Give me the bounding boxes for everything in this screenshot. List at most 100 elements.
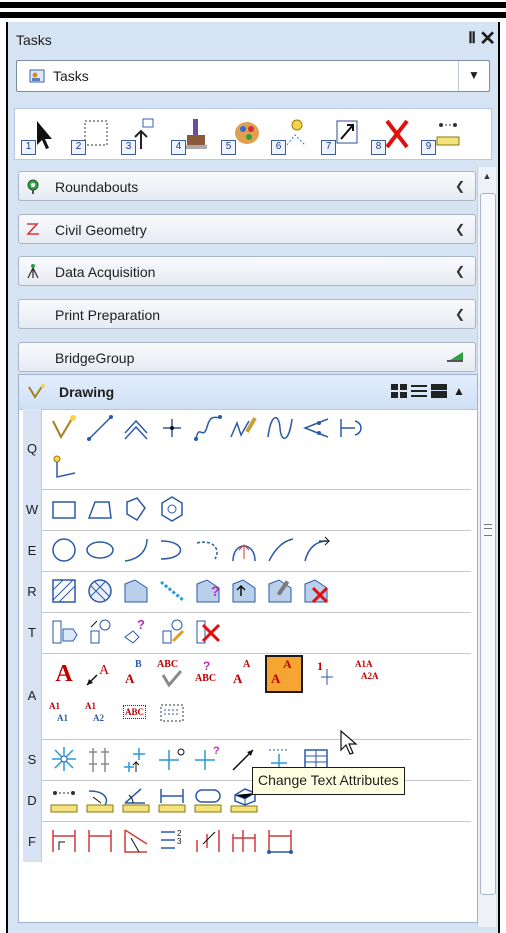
text-series-icon[interactable]: A1A A2A	[349, 659, 383, 689]
dimension-size-icon[interactable]	[85, 826, 115, 856]
arc-radius-icon[interactable]	[265, 535, 295, 565]
text-increment-icon[interactable]: BA	[121, 659, 151, 689]
measure-icon[interactable]: 9	[419, 115, 463, 155]
construct-line-icon[interactable]	[337, 413, 367, 443]
crosshatch-area-icon[interactable]	[85, 576, 115, 606]
scroll-thumb[interactable]	[480, 193, 496, 895]
place-tag-icon[interactable]	[49, 617, 79, 647]
pin-icon[interactable]: Ⅱ	[468, 28, 476, 48]
attributes-brush-icon[interactable]: 4	[169, 115, 213, 155]
close-icon[interactable]: ✕	[479, 26, 496, 51]
place-ellipse-icon[interactable]	[85, 535, 115, 565]
chevron-down-icon[interactable]: ❮	[455, 222, 465, 236]
place-circle-icon[interactable]	[49, 535, 79, 565]
chevron-down-icon[interactable]: ❮	[455, 179, 465, 193]
delete-icon[interactable]: 8	[369, 115, 413, 155]
dimension-element-icon[interactable]	[49, 826, 79, 856]
measure-length-icon[interactable]	[157, 785, 187, 815]
show-pattern-attributes-icon[interactable]: ?	[193, 576, 223, 606]
text-offset-increment-icon[interactable]: A1 A2	[85, 699, 115, 729]
arc-extend-icon[interactable]	[301, 535, 331, 565]
place-note-icon[interactable]: A	[85, 659, 115, 689]
measure-angle-icon[interactable]	[121, 785, 151, 815]
define-cell-origin-icon[interactable]	[121, 744, 151, 774]
select-cell-icon[interactable]	[85, 744, 115, 774]
drawing-header[interactable]: Drawing ▲	[19, 375, 477, 410]
empty-text-node-icon[interactable]	[157, 699, 187, 729]
chevron-down-icon[interactable]: ❮	[455, 307, 465, 321]
smart-line-icon[interactable]	[49, 413, 79, 443]
chevron-down-icon[interactable]: ▼	[458, 61, 489, 91]
delete-tag-icon[interactable]	[193, 617, 223, 647]
dimension-symmetric-icon[interactable]	[193, 826, 223, 856]
curve-icon[interactable]	[265, 413, 295, 443]
bridge-icon[interactable]	[445, 348, 465, 367]
pattern-area-icon[interactable]	[121, 576, 151, 606]
group-data-acquisition[interactable]: Data Acquisition ❮	[18, 256, 476, 286]
place-cell-icon[interactable]	[49, 744, 79, 774]
text-attributes-query-icon[interactable]: ? ABC	[193, 659, 223, 689]
icon-view-icon[interactable]	[391, 384, 407, 398]
group-roundabouts[interactable]: Roundabouts ❮	[18, 171, 476, 201]
arc-angle-icon[interactable]	[229, 535, 259, 565]
delete-pattern-icon[interactable]	[301, 576, 331, 606]
svg-text:?: ?	[137, 617, 145, 632]
detail-view-icon[interactable]	[431, 384, 447, 398]
change-pattern-icon[interactable]	[265, 576, 295, 606]
match-pattern-icon[interactable]	[229, 576, 259, 606]
linear-pattern-icon[interactable]	[157, 576, 187, 606]
manipulate-icon[interactable]: 3	[119, 115, 163, 155]
place-arc-icon[interactable]	[121, 535, 151, 565]
select-element-icon[interactable]: 1	[19, 115, 63, 155]
measure-radius-icon[interactable]	[85, 785, 115, 815]
fence-icon[interactable]: 2	[69, 115, 113, 155]
group-bridgegroup[interactable]: BridgeGroup	[18, 342, 476, 372]
review-tag-icon[interactable]: ?	[121, 617, 151, 647]
task-toolbar: 1 2 3 4 5 6 7 8 9	[14, 108, 492, 160]
place-point-icon[interactable]	[157, 413, 187, 443]
hatch-area-icon[interactable]	[49, 576, 79, 606]
list-view-icon[interactable]	[411, 384, 427, 398]
spell-check-icon[interactable]: ABC	[157, 659, 187, 689]
place-block-icon[interactable]	[49, 494, 79, 524]
scroll-up-icon[interactable]: ▲	[478, 167, 496, 185]
place-line-icon[interactable]	[85, 413, 115, 443]
measure-area-icon[interactable]	[193, 785, 223, 815]
point-curve-icon[interactable]	[301, 413, 331, 443]
identify-cell-icon[interactable]	[157, 744, 187, 774]
group-print-preparation[interactable]: Print Preparation ❮	[18, 299, 476, 329]
copy-text-icon[interactable]: AA	[229, 659, 259, 689]
tasks-combo[interactable]: Tasks ▼	[16, 60, 490, 92]
place-fraction-icon[interactable]: 1	[313, 659, 343, 689]
place-text-icon[interactable]: A	[49, 659, 79, 689]
text-box-icon[interactable]: ABC	[121, 699, 151, 729]
text-offset-icon[interactable]: A1 A1	[49, 699, 79, 729]
change-text-attributes-icon[interactable]: AA	[265, 655, 303, 693]
chevron-down-icon[interactable]: ❮	[455, 264, 465, 278]
group-label: Print Preparation	[55, 307, 161, 323]
place-shape-icon[interactable]	[85, 494, 115, 524]
sketch-icon[interactable]	[229, 413, 259, 443]
palette-icon[interactable]: 5	[219, 115, 263, 155]
dimension-angle-icon[interactable]	[121, 826, 151, 856]
place-multiline-icon[interactable]	[121, 413, 151, 443]
measure-distance-icon[interactable]	[49, 785, 79, 815]
chevron-up-icon[interactable]: ▲	[453, 384, 469, 398]
group-civil-geometry[interactable]: Civil Geometry ❮	[18, 214, 476, 244]
dimension-chain-icon[interactable]	[229, 826, 259, 856]
place-arc-line-icon[interactable]	[49, 453, 79, 483]
tag-increment-icon[interactable]	[85, 617, 115, 647]
place-stream-icon[interactable]	[193, 413, 223, 443]
drawing-icon	[27, 383, 47, 404]
replace-cell-icon[interactable]: ?	[193, 744, 223, 774]
edit-tag-icon[interactable]	[157, 617, 187, 647]
dimension-ordinate-icon[interactable]: 23	[157, 826, 187, 856]
modify-arc-icon[interactable]	[193, 535, 223, 565]
dimension-box-icon[interactable]	[265, 826, 295, 856]
place-half-ellipse-icon[interactable]	[157, 535, 187, 565]
place-polygon-icon[interactable]	[157, 494, 187, 524]
display-icon[interactable]: 6	[269, 115, 313, 155]
orthogonal-shape-icon[interactable]	[121, 494, 151, 524]
scale-icon[interactable]: 7	[319, 115, 363, 155]
vertical-scrollbar[interactable]: ▲	[477, 167, 496, 927]
